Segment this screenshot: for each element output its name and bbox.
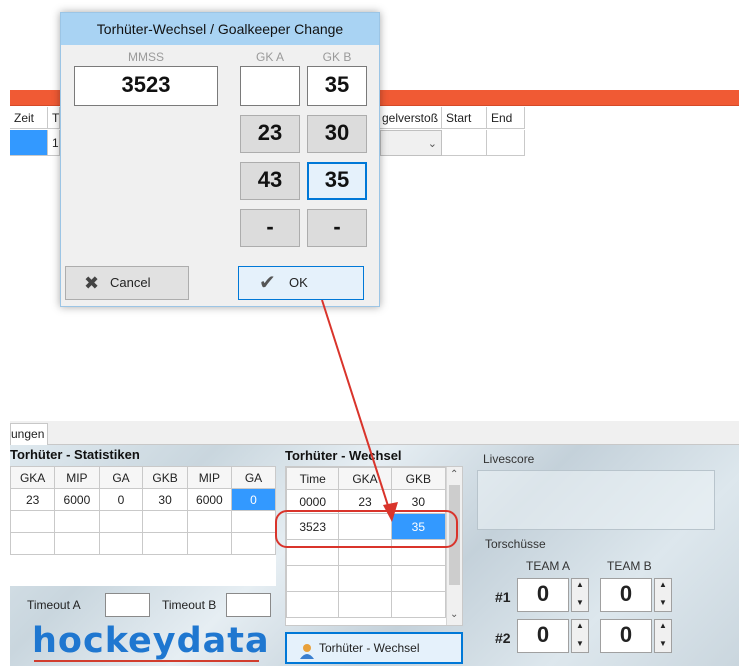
user-icon [299, 641, 315, 659]
shots-team-b-period-2-stepper[interactable]: ▲ ▼ [654, 619, 672, 653]
spin-up-icon[interactable]: ▲ [576, 580, 584, 589]
spin-down-icon[interactable]: ▼ [659, 598, 667, 607]
goalkeeper-change-button-label: Torhüter - Wechsel [319, 641, 420, 655]
spin-up-icon[interactable]: ▲ [659, 580, 667, 589]
spin-down-icon[interactable]: ▼ [576, 598, 584, 607]
livescore-label: Livescore [483, 452, 535, 466]
shots-title: Torschüsse [485, 537, 546, 551]
shots-team-b-period-1-input[interactable]: 0 [600, 578, 652, 612]
goalkeeper-change-button[interactable]: Torhüter - Wechsel [285, 632, 463, 664]
spin-up-icon[interactable]: ▲ [576, 621, 584, 630]
shots-row-2-label: #2 [495, 630, 511, 646]
spin-up-icon[interactable]: ▲ [659, 621, 667, 630]
spin-down-icon[interactable]: ▼ [576, 639, 584, 648]
shots-team-a-period-1-input[interactable]: 0 [517, 578, 569, 612]
shots-team-b-period-2-input[interactable]: 0 [600, 619, 652, 653]
shots-row-1-label: #1 [495, 589, 511, 605]
team-a-label: TEAM A [526, 559, 571, 573]
livescore-box [477, 470, 715, 530]
shots-team-a-period-2-input[interactable]: 0 [517, 619, 569, 653]
team-b-label: TEAM B [607, 559, 652, 573]
spin-down-icon[interactable]: ▼ [659, 639, 667, 648]
shots-team-a-period-2-stepper[interactable]: ▲ ▼ [571, 619, 589, 653]
shots-team-b-period-1-stepper[interactable]: ▲ ▼ [654, 578, 672, 612]
shots-team-a-period-1-stepper[interactable]: ▲ ▼ [571, 578, 589, 612]
